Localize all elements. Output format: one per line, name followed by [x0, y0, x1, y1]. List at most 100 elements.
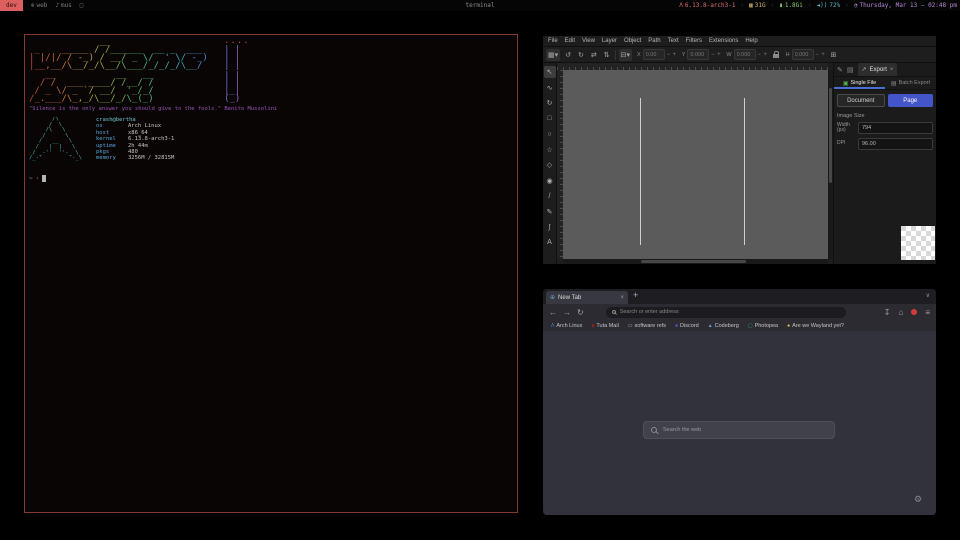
menu-item-object[interactable]: Object [624, 38, 641, 44]
h-input[interactable] [792, 49, 814, 60]
memory-text: 1.8Gi [785, 2, 803, 9]
active-tab[interactable]: ⊕ New Tab × [546, 291, 628, 304]
tool-rectangle[interactable]: □ [544, 113, 556, 125]
x-plus-button[interactable]: + [672, 52, 677, 58]
tab-favicon-globe-icon: ⊕ [550, 294, 555, 301]
tool-ellipse[interactable]: ○ [544, 128, 556, 140]
tab-batch-export[interactable]: ▤ Batch Export [885, 77, 936, 89]
flip-horizontal-icon[interactable]: ⇄ [589, 49, 599, 61]
bookmark-photopea[interactable]: ▢ Photopea [748, 323, 778, 329]
tool-pencil[interactable]: / [544, 190, 556, 202]
rotate-cw-icon[interactable]: ↻ [576, 49, 586, 61]
pencil-dialog-icon[interactable]: ✎ [837, 66, 843, 74]
document-button[interactable]: Document [837, 94, 885, 107]
tab-single-file[interactable]: ▣ Single File [834, 77, 885, 89]
menu-item-path[interactable]: Path [648, 38, 660, 44]
select-mode-dropdown[interactable]: ▦▾ [546, 49, 560, 61]
back-button[interactable]: ← [549, 308, 557, 317]
tool-node-editor[interactable]: ∿ [544, 82, 556, 94]
y-plus-button[interactable]: + [716, 52, 721, 58]
w-plus-button[interactable]: + [763, 52, 768, 58]
globe-icon: ⊕ [31, 2, 35, 9]
web-search-box[interactable] [643, 421, 835, 439]
status-segments: Λ 6.13.8-arch3-1 ‹ ▦ 31G ‹ ▮ 1.8Gi ‹ ◄))… [679, 0, 957, 11]
dpi-label: DPI [837, 141, 855, 147]
layers-dialog-icon[interactable]: ▤ [847, 66, 854, 74]
menu-item-view[interactable]: View [582, 38, 595, 44]
forward-button[interactable]: → [563, 308, 571, 317]
bookmark-are-we-wayland-yet[interactable]: ● Are we Wayland yet? [787, 323, 844, 329]
y-input[interactable] [687, 49, 709, 60]
extension-red-dot-icon[interactable] [911, 309, 917, 315]
h-minus-button[interactable]: − [815, 52, 820, 58]
tool-selector[interactable]: ↖ [544, 66, 556, 78]
horizontal-ruler[interactable] [557, 63, 828, 70]
close-icon[interactable]: × [890, 67, 894, 73]
export-dialog-tab[interactable]: ↗ Export × [858, 63, 898, 76]
search-icon [651, 427, 657, 433]
new-tab-page: ⚙ [543, 331, 936, 515]
bookmark-tuta-mail[interactable]: ■ Tuta Mail [591, 323, 618, 329]
reload-button[interactable]: ↻ [577, 308, 584, 317]
separator: ‹ [808, 2, 812, 9]
tool-spiral[interactable]: ◉ [544, 175, 556, 187]
workspace-mus-label: mus [61, 2, 72, 9]
tool-star[interactable]: ☆ [544, 144, 556, 156]
speaker-icon: ◄)) [817, 2, 828, 9]
tool-shape-builder[interactable]: ↻ [544, 97, 556, 109]
terminal-window[interactable]: __ _ _____ / /______ __ _ ___ | | | |/|/… [24, 34, 518, 513]
menu-item-help[interactable]: Help [745, 38, 757, 44]
flip-vertical-icon[interactable]: ⇅ [602, 49, 612, 61]
page-settings-gear-icon[interactable]: ⚙ [914, 494, 922, 505]
home-button[interactable]: ⌂ [898, 308, 903, 317]
y-minus-button[interactable]: − [710, 52, 715, 58]
h-plus-button[interactable]: + [821, 52, 826, 58]
tool-pen[interactable]: ✎ [544, 206, 556, 218]
scrollbar-thumb[interactable] [829, 88, 832, 183]
workspace-web[interactable]: ⊕ web [31, 2, 47, 9]
prompt-path: ~ [29, 175, 33, 182]
workspace-mus[interactable]: ♪ mus [55, 2, 71, 9]
workspace-dev[interactable]: dev [0, 0, 23, 11]
menu-item-layer[interactable]: Layer [602, 38, 617, 44]
url-bar[interactable] [606, 307, 846, 318]
bookmark-discord[interactable]: ● Discord [675, 323, 699, 329]
canvas-horizontal-scrollbar[interactable] [563, 259, 828, 264]
w-minus-button[interactable]: − [757, 52, 762, 58]
menu-item-extensions[interactable]: Extensions [709, 38, 738, 44]
menu-item-file[interactable]: File [548, 38, 558, 44]
lock-ratio-icon[interactable] [773, 54, 779, 58]
inkscape-canvas[interactable] [563, 70, 828, 259]
tab-overflow-chevron-icon[interactable]: ∨ [926, 292, 930, 299]
menu-hamburger-button[interactable]: ≡ [925, 308, 930, 317]
dpi-input[interactable] [858, 138, 933, 150]
snap-controls-button[interactable]: ⊞ [829, 49, 839, 61]
page-button[interactable]: Page [888, 94, 934, 107]
w-input[interactable] [734, 49, 756, 60]
rotate-ccw-icon[interactable]: ↺ [563, 49, 573, 61]
url-input[interactable] [620, 309, 840, 315]
menu-item-text[interactable]: Text [668, 38, 679, 44]
tab-close-icon[interactable]: × [620, 295, 624, 301]
bookmark-software-refs[interactable]: ▭ software refs [628, 323, 666, 329]
menu-item-edit[interactable]: Edit [565, 38, 575, 44]
new-tab-button[interactable]: + [633, 290, 638, 300]
menu-item-filters[interactable]: Filters [686, 38, 702, 44]
shell-prompt[interactable]: ~ › [29, 175, 46, 182]
tool-3dbox[interactable]: ◇ [544, 159, 556, 171]
scrollbar-thumb[interactable] [641, 260, 746, 263]
workspace-empty[interactable]: □ [80, 2, 84, 9]
bookmark-arch-linux[interactable]: Λ Arch Linux [551, 323, 582, 329]
search-icon [612, 310, 616, 314]
workspace-web-label: web [36, 2, 47, 9]
x-minus-button[interactable]: − [666, 52, 671, 58]
x-input[interactable] [643, 49, 665, 60]
tool-text[interactable]: A [544, 237, 556, 249]
dialog-tab-bar: ✎ ▤ ↗ Export × [834, 63, 936, 77]
tool-calligraphy[interactable]: ∫ [544, 221, 556, 233]
bookmark-codeberg[interactable]: ▲ Codeberg [708, 323, 739, 329]
downloads-button[interactable]: ↧ [884, 308, 891, 317]
web-search-input[interactable] [663, 427, 827, 433]
align-dropdown[interactable]: ⊟▾ [619, 49, 632, 61]
width-input[interactable] [858, 122, 933, 134]
